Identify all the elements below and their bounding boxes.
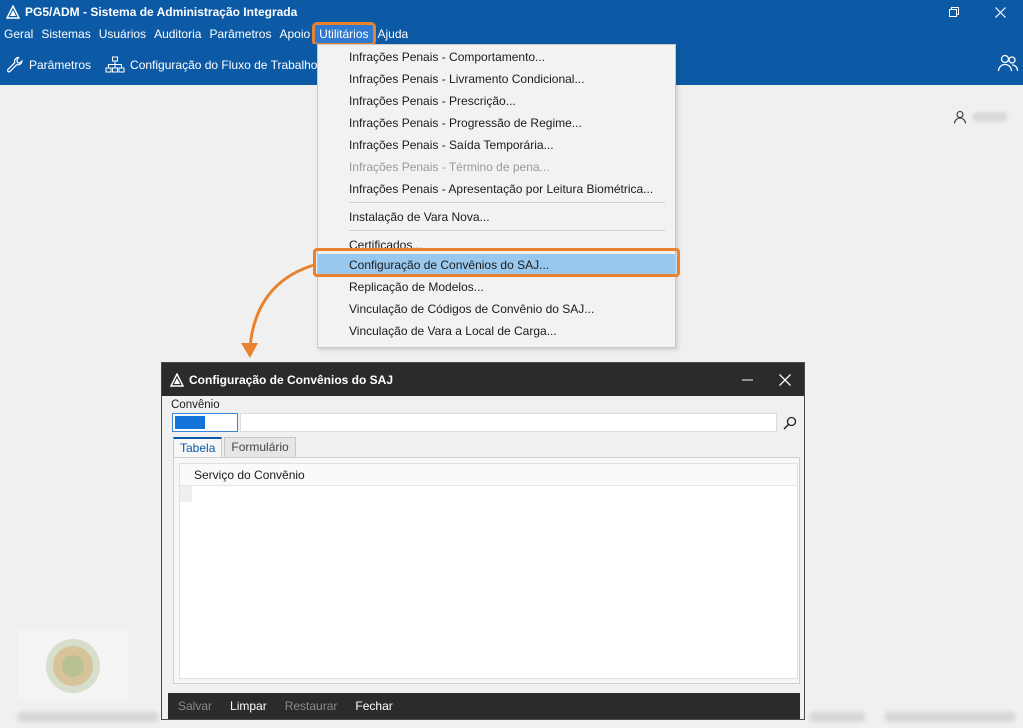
menu-separator (349, 202, 665, 203)
search-icon[interactable] (781, 414, 799, 432)
menu-auditoria[interactable]: Auditoria (150, 24, 205, 44)
menu-usuarios[interactable]: Usuários (95, 24, 150, 44)
grid-column-header[interactable]: Serviço do Convênio (180, 464, 797, 486)
row-indicator (180, 486, 192, 502)
workflow-config-button[interactable]: Configuração do Fluxo de Trabalho (105, 56, 317, 74)
main-titlebar: PG5/ADM - Sistema de Administração Integ… (0, 0, 1023, 24)
dialog-title: Configuração de Convênios do SAJ (189, 372, 394, 387)
close-button[interactable]: Fechar (355, 699, 392, 713)
clear-button[interactable]: Limpar (230, 699, 267, 713)
minimize-icon[interactable] (728, 363, 766, 396)
footer-text-redacted-left (18, 712, 158, 722)
text-selection (175, 416, 205, 429)
menu-ajuda[interactable]: Ajuda (374, 24, 413, 44)
app-title: PG5/ADM - Sistema de Administração Integ… (25, 5, 298, 19)
annotation-arrow (241, 263, 315, 358)
menu-item-infracoes-progressao[interactable]: Infrações Penais - Progressão de Regime.… (318, 112, 675, 134)
user-name-redacted (973, 112, 1007, 122)
workflow-config-label: Configuração do Fluxo de Trabalho (130, 57, 318, 72)
convenio-label: Convênio (171, 399, 220, 411)
menu-parametros[interactable]: Parâmetros (205, 24, 275, 44)
menu-sistemas[interactable]: Sistemas (37, 24, 94, 44)
menu-apoio[interactable]: Apoio (275, 24, 314, 44)
close-icon[interactable] (766, 363, 804, 396)
menu-item-infracoes-prescricao[interactable]: Infrações Penais - Prescrição... (318, 90, 675, 112)
menu-separator (349, 230, 665, 231)
tab-formulario[interactable]: Formulário (224, 437, 296, 457)
menu-utilitarios[interactable]: Utilitários (312, 22, 376, 46)
window-controls (931, 0, 1023, 24)
footer-text-redacted-right (885, 712, 1015, 722)
dialog-tabs: Tabela Formulário (173, 437, 298, 458)
restore-button: Restaurar (284, 699, 338, 713)
parametros-button[interactable]: Parâmetros (6, 56, 91, 74)
convenio-description-field[interactable] (240, 413, 777, 432)
tab-panel: Serviço do Convênio (173, 457, 800, 684)
wrench-icon (7, 56, 23, 72)
menu-item-vinculacao-codigos[interactable]: Vinculação de Códigos de Convênio do SAJ… (318, 298, 675, 320)
close-window-icon[interactable] (977, 0, 1023, 24)
menu-item-vinculacao-vara[interactable]: Vinculação de Vara a Local de Carga... (318, 320, 675, 342)
menu-item-instalacao-vara[interactable]: Instalação de Vara Nova... (318, 206, 675, 228)
tab-tabela[interactable]: Tabela (173, 437, 223, 458)
footer-text-redacted-mid (810, 712, 865, 722)
menu-item-infracoes-termino: Infrações Penais - Término de pena... (349, 160, 550, 174)
save-button: Salvar (178, 699, 213, 713)
menu-item-infracoes-livramento[interactable]: Infrações Penais - Livramento Condiciona… (318, 68, 675, 90)
org-chart-icon (105, 56, 125, 72)
menu-item-infracoes-comportamento[interactable]: Infrações Penais - Comportamento... (318, 46, 675, 68)
menu-item-infracoes-biometrica[interactable]: Infrações Penais - Apresentação por Leit… (318, 178, 675, 200)
users-icon[interactable] (997, 52, 1019, 74)
dialog-titlebar[interactable]: Configuração de Convênios do SAJ (162, 363, 804, 396)
menu-bar: Geral Sistemas Usuários Auditoria Parâme… (0, 22, 1023, 46)
menu-item-infracoes-saida[interactable]: Infrações Penais - Saída Temporária... (318, 134, 675, 156)
app-logo-icon (6, 5, 20, 19)
menu-item-replicacao-modelos[interactable]: Replicação de Modelos... (318, 276, 675, 298)
parametros-button-label: Parâmetros (29, 57, 92, 72)
convenios-dialog: Configuração de Convênios do SAJ Convêni… (161, 362, 805, 720)
app-logo-icon (170, 372, 184, 387)
dialog-footer: Salvar Limpar Restaurar Fechar (168, 693, 800, 719)
court-seal-logo (18, 630, 128, 700)
user-area (953, 110, 1007, 124)
menu-geral[interactable]: Geral (0, 24, 37, 44)
utilitarios-dropdown: Infrações Penais - Comportamento... Infr… (317, 44, 676, 348)
dialog-controls (728, 363, 804, 396)
user-icon (953, 110, 967, 124)
selected-item-highlight (313, 248, 680, 277)
restore-window-icon[interactable] (931, 0, 977, 24)
data-grid[interactable]: Serviço do Convênio (179, 463, 798, 679)
convenio-code-input[interactable] (172, 413, 238, 432)
